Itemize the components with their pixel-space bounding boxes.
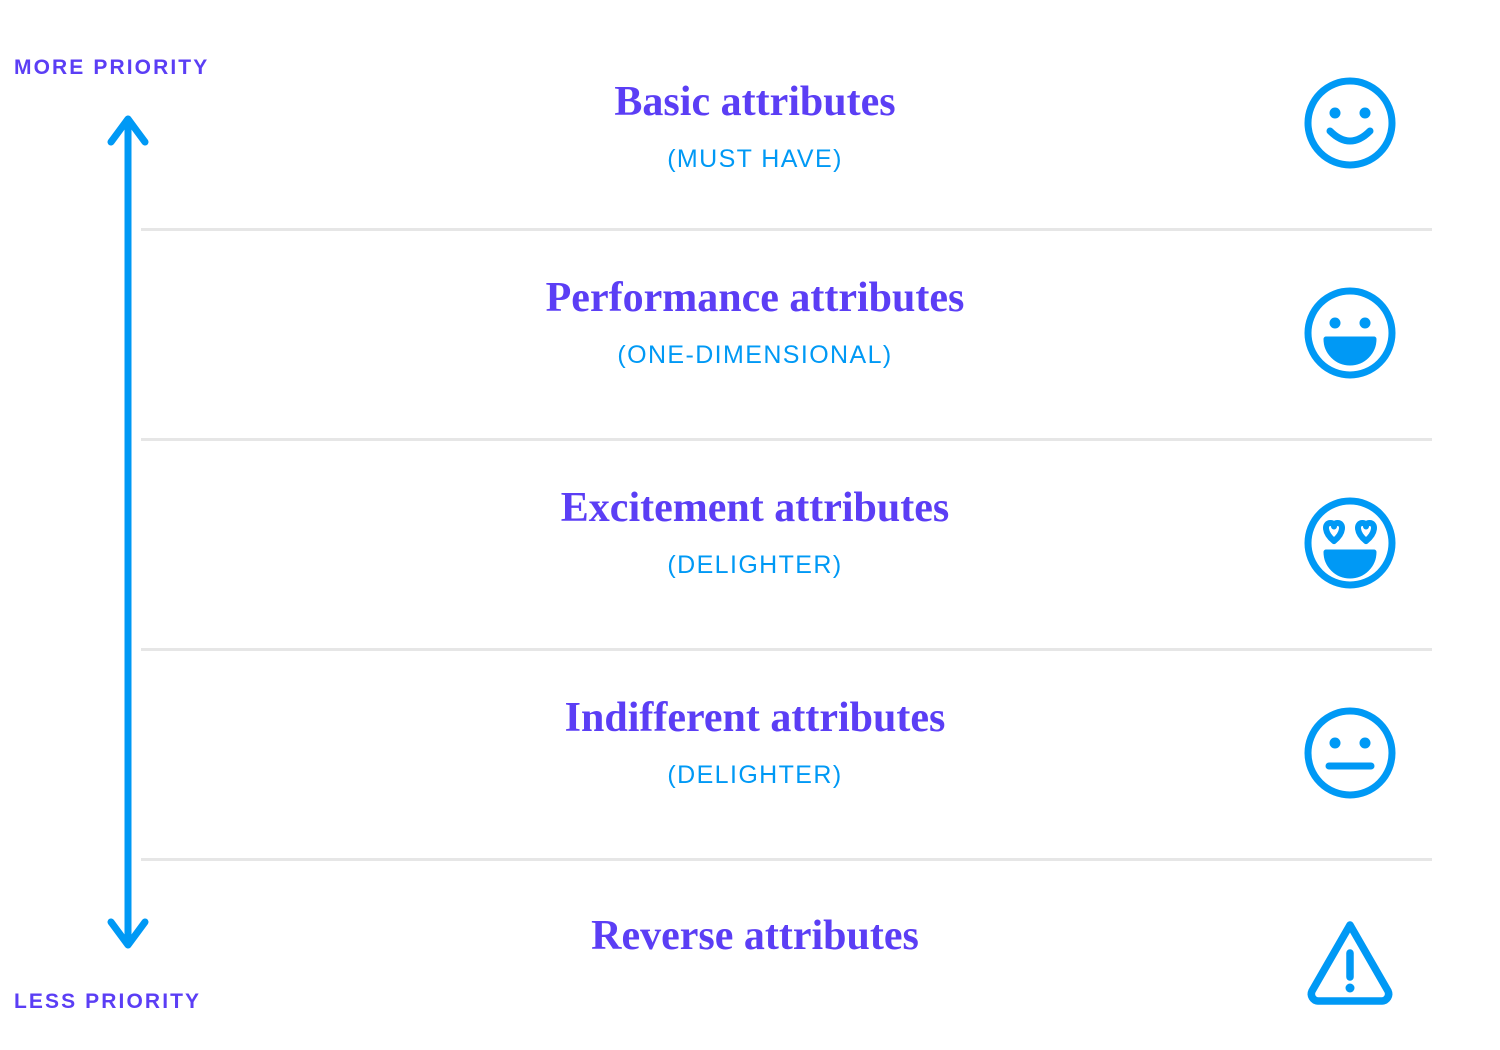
attribute-text-block: Excitement attributes (DELIGHTER): [300, 485, 1210, 580]
attribute-text-block: Basic attributes (MUST HAVE): [300, 79, 1210, 174]
attribute-title: Performance attributes: [545, 275, 965, 321]
heart-eyes-face-icon: [1295, 488, 1405, 598]
attribute-row-basic: Basic attributes (MUST HAVE): [0, 18, 1500, 228]
warning-triangle-icon: [1295, 906, 1405, 1016]
attribute-row-excitement: Excitement attributes (DELIGHTER): [0, 438, 1500, 648]
attribute-row-performance: Performance attributes (ONE-DIMENSIONAL): [0, 228, 1500, 438]
attribute-title: Basic attributes: [614, 79, 896, 125]
attribute-text-block: Reverse attributes: [300, 913, 1210, 959]
grinning-face-icon: [1295, 278, 1405, 388]
attribute-title: Excitement attributes: [560, 485, 950, 531]
attribute-rows: Basic attributes (MUST HAVE) Performance…: [0, 0, 1500, 1050]
attribute-title: Reverse attributes: [591, 913, 919, 959]
attribute-text-block: Indifferent attributes (DELIGHTER): [300, 695, 1210, 790]
attribute-row-reverse: Reverse attributes: [0, 858, 1500, 1050]
smiley-face-icon: [1295, 68, 1405, 178]
attribute-title: Indifferent attributes: [564, 695, 946, 741]
kano-model-priority-diagram: MORE PRIORITY LESS PRIORITY Basic attrib…: [0, 0, 1500, 1050]
attribute-subtitle: (MUST HAVE): [667, 145, 843, 174]
neutral-face-icon: [1295, 698, 1405, 808]
attribute-subtitle: (DELIGHTER): [667, 761, 843, 790]
attribute-row-indifferent: Indifferent attributes (DELIGHTER): [0, 648, 1500, 858]
attribute-subtitle: (DELIGHTER): [667, 551, 843, 580]
attribute-text-block: Performance attributes (ONE-DIMENSIONAL): [300, 275, 1210, 370]
attribute-subtitle: (ONE-DIMENSIONAL): [617, 341, 893, 370]
